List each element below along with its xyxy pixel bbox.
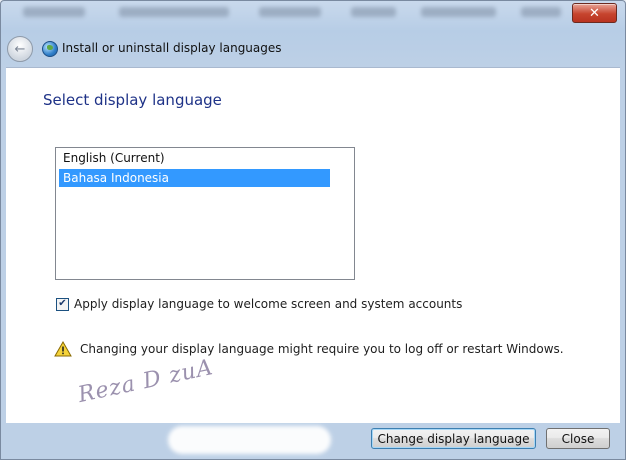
blurred-background-taskbar [1,1,561,31]
close-icon: ✕ [589,5,600,21]
language-item-english[interactable]: English (Current) [59,149,330,167]
back-button[interactable]: ← [7,36,33,62]
content-panel: Select display language English (Current… [6,67,620,423]
warning-message: Changing your display language might req… [54,341,564,357]
language-item-bahasa-indonesia[interactable]: Bahasa Indonesia [59,169,330,187]
warning-text: Changing your display language might req… [80,342,564,356]
change-display-language-button[interactable]: Change display language [371,428,536,449]
window-close-button[interactable]: ✕ [572,3,617,23]
window: ✕ ← Install or uninstall display languag… [0,0,626,460]
checkmark-icon: ✔ [58,298,67,309]
navigation-bar: ← Install or uninstall display languages [1,31,625,67]
apply-checkbox-label[interactable]: Apply display language to welcome screen… [74,297,462,311]
close-button[interactable]: Close [546,428,610,449]
globe-icon [42,41,58,57]
apply-checkbox[interactable]: ✔ [56,297,69,311]
apply-language-option[interactable]: ✔ Apply display language to welcome scre… [56,297,462,311]
back-arrow-icon: ← [14,41,26,57]
page-heading: Select display language [43,91,222,109]
redacted-area [168,426,331,454]
window-title: Install or uninstall display languages [62,41,282,55]
warning-icon [54,341,72,357]
language-listbox[interactable]: English (Current) Bahasa Indonesia [55,147,355,280]
